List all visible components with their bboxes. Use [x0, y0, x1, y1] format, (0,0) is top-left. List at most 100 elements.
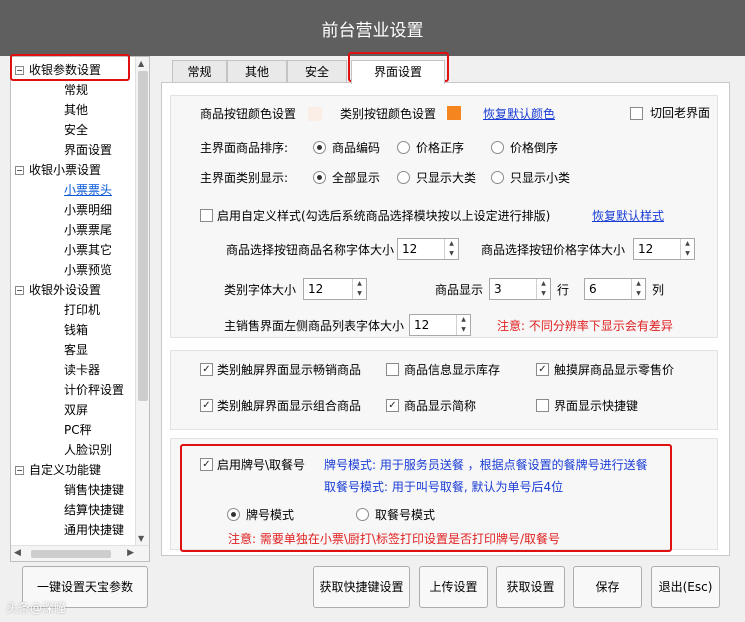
save-button[interactable]: 保存 [573, 566, 642, 608]
tree-item-general-shortcut[interactable]: 通用快捷键 [64, 520, 124, 540]
tree-item-security[interactable]: 安全 [64, 120, 88, 140]
tree-group-custom-keys[interactable]: − 自定义功能键 [15, 460, 101, 480]
stepper-down-icon[interactable]: ▼ [681, 249, 694, 259]
tree-item-ui-settings[interactable]: 界面设置 [64, 140, 112, 160]
tree-item-scale[interactable]: 计价秤设置 [64, 380, 124, 400]
stepper-up-icon[interactable]: ▲ [537, 279, 550, 289]
show-minor-radio[interactable] [491, 171, 504, 184]
tree-item-receipt-detail[interactable]: 小票明细 [64, 200, 112, 220]
tree-item-customer-display[interactable]: 客显 [64, 340, 88, 360]
show-all-radio[interactable] [313, 171, 326, 184]
tree-item-dual-screen[interactable]: 双屏 [64, 400, 88, 420]
tree-item-receipt-other[interactable]: 小票其它 [64, 240, 112, 260]
custom-style-checkbox[interactable] [200, 209, 213, 222]
scroll-down-icon[interactable]: ▼ [138, 534, 144, 543]
stepper-up-icon[interactable]: ▲ [681, 239, 694, 249]
tree-item-checkout-shortcut[interactable]: 结算快捷键 [64, 500, 124, 520]
category-display-label: 主界面类别显示: [200, 171, 289, 185]
category-font-size-value: 12 [308, 282, 324, 296]
tab-security[interactable]: 安全 [287, 60, 347, 83]
show-stock-label: 商品信息显示库存 [404, 363, 501, 377]
stepper-up-icon[interactable]: ▲ [632, 279, 645, 289]
scroll-thumb[interactable] [138, 71, 148, 401]
scroll-left-icon[interactable]: ◀ [14, 548, 21, 558]
stepper-down-icon[interactable]: ▼ [457, 325, 470, 335]
tree-item-face-recognition[interactable]: 人脸识别 [64, 440, 112, 460]
list-font-size-stepper[interactable]: 12 ▲ ▼ [409, 314, 471, 336]
enable-pager-label: 启用牌号\取餐号 [217, 458, 306, 472]
tree-item-receipt-header[interactable]: 小票票头 [64, 180, 112, 200]
tree-item-receipt-preview[interactable]: 小票预览 [64, 260, 112, 280]
restore-default-color-link[interactable]: 恢复默认颜色 [483, 106, 555, 122]
exit-button[interactable]: 退出(Esc) [651, 566, 720, 608]
category-font-size-stepper[interactable]: 12 ▲ ▼ [303, 278, 367, 300]
restore-default-style-link[interactable]: 恢复默认样式 [592, 208, 664, 224]
pager-mode-radio[interactable] [227, 508, 240, 521]
tree-item-receipt-footer[interactable]: 小票票尾 [64, 220, 112, 240]
show-short-name-label: 商品显示简称 [404, 399, 477, 413]
cols-stepper[interactable]: 6 ▲ ▼ [584, 278, 646, 300]
stepper-down-icon[interactable]: ▼ [445, 249, 458, 259]
collapse-icon[interactable]: − [15, 466, 24, 475]
tree-item-other[interactable]: 其他 [64, 100, 88, 120]
tab-general[interactable]: 常规 [172, 60, 227, 83]
stepper-up-icon[interactable]: ▲ [457, 315, 470, 325]
scroll-up-icon[interactable]: ▲ [138, 59, 144, 68]
pickup-mode-radio[interactable] [356, 508, 369, 521]
show-shortcut-checkbox[interactable] [536, 399, 549, 412]
collapse-icon[interactable]: − [15, 286, 24, 295]
sort-price-desc-label: 价格倒序 [510, 141, 559, 155]
touch-retail-price-checkbox[interactable]: ✓ [536, 363, 549, 376]
tree-item-cash-drawer[interactable]: 钱箱 [64, 320, 88, 340]
tree-item-general[interactable]: 常规 [64, 80, 88, 100]
show-short-name-checkbox[interactable]: ✓ [386, 399, 399, 412]
tab-other[interactable]: 其他 [227, 60, 287, 83]
tree-item-card-reader[interactable]: 读卡器 [64, 360, 100, 380]
rows-stepper[interactable]: 3 ▲ ▼ [489, 278, 551, 300]
sort-price-desc-radio[interactable] [491, 141, 504, 154]
get-shortcut-settings-button[interactable]: 获取快捷键设置 [313, 566, 410, 608]
switch-old-ui-checkbox[interactable] [630, 107, 643, 120]
sort-by-code-radio[interactable] [313, 141, 326, 154]
product-button-color-swatch[interactable] [308, 107, 322, 121]
show-shortcut-label: 界面显示快捷键 [554, 399, 639, 413]
scroll-thumb[interactable] [31, 550, 111, 558]
show-combo-checkbox[interactable]: ✓ [200, 399, 213, 412]
tree-vertical-scrollbar[interactable]: ▲ ▼ [135, 57, 149, 545]
pager-mode-description: 牌号模式: 用于服务员送餐 ，根据点餐设置的餐牌号进行送餐 [324, 458, 648, 472]
show-bestseller-label: 类别触屏界面显示畅销商品 [217, 363, 362, 377]
show-bestseller-checkbox[interactable]: ✓ [200, 363, 213, 376]
stepper-up-icon[interactable]: ▲ [353, 279, 366, 289]
stepper-down-icon[interactable]: ▼ [632, 289, 645, 299]
tree-item-pc-scale[interactable]: PC秤 [64, 420, 92, 440]
category-button-color-label: 类别按钮颜色设置 [340, 107, 437, 121]
sort-by-code-label: 商品编码 [332, 141, 381, 155]
tree-group-receipt[interactable]: − 收银小票设置 [15, 160, 101, 180]
pager-print-note: 注意: 需要单独在小票\厨打\标签打印设置是否打印牌号/取餐号 [228, 532, 560, 546]
resolution-note: 注意: 不同分辨率下显示会有差异 [497, 319, 673, 333]
category-font-size-label: 类别字体大小 [224, 283, 297, 297]
enable-pager-checkbox[interactable]: ✓ [200, 458, 213, 471]
show-major-radio[interactable] [397, 171, 410, 184]
tree-horizontal-scrollbar[interactable]: ◀ ▶ [11, 545, 149, 561]
tree-item-printer[interactable]: 打印机 [64, 300, 100, 320]
rows-value: 3 [494, 282, 502, 296]
stepper-down-icon[interactable]: ▼ [353, 289, 366, 299]
fetch-settings-button[interactable]: 获取设置 [496, 566, 565, 608]
tab-ui-settings[interactable]: 界面设置 [351, 60, 445, 84]
show-combo-label: 类别触屏界面显示组合商品 [217, 399, 362, 413]
tree-group-label: 收银小票设置 [29, 163, 102, 177]
scroll-right-icon[interactable]: ▶ [127, 548, 134, 558]
upload-settings-button[interactable]: 上传设置 [419, 566, 488, 608]
stepper-down-icon[interactable]: ▼ [537, 289, 550, 299]
settings-tree[interactable]: − 收银参数设置 常规 其他 安全 界面设置 − 收银小票设置 小票票头 小票明细 … [10, 56, 150, 562]
tree-item-sales-shortcut[interactable]: 销售快捷键 [64, 480, 124, 500]
category-button-color-swatch[interactable] [447, 106, 461, 120]
price-font-size-stepper[interactable]: 12 ▲ ▼ [633, 238, 695, 260]
stepper-up-icon[interactable]: ▲ [445, 239, 458, 249]
tree-group-peripherals[interactable]: − 收银外设设置 [15, 280, 101, 300]
show-stock-checkbox[interactable] [386, 363, 399, 376]
collapse-icon[interactable]: − [15, 166, 24, 175]
sort-price-asc-radio[interactable] [397, 141, 410, 154]
name-font-size-stepper[interactable]: 12 ▲ ▼ [397, 238, 459, 260]
